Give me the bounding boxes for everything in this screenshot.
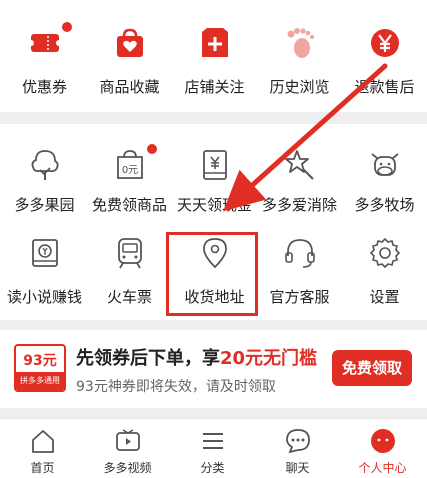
promo-title: 先领券后下单，享20元无门槛 bbox=[76, 344, 317, 370]
coupon-promo-banner[interactable]: 93元 拼多多通用 先领券后下单，享20元无门槛 93元神券即将失效，请及时领取… bbox=[0, 330, 427, 408]
promo-subtitle: 93元神券即将失效，请及时领取 bbox=[76, 379, 276, 395]
home-icon bbox=[31, 430, 54, 453]
tab-label: 首页 bbox=[30, 461, 55, 475]
video-icon bbox=[115, 429, 140, 451]
tab-categories[interactable]: 分类 bbox=[170, 419, 255, 478]
promo-title-text: 先领券后下单，享 bbox=[76, 348, 220, 369]
profile-icon bbox=[370, 429, 395, 453]
tab-label: 多多视频 bbox=[103, 461, 152, 475]
tab-profile[interactable]: 个人中心 bbox=[340, 419, 425, 478]
claim-button[interactable]: 免费领取 bbox=[332, 350, 412, 386]
tab-label: 分类 bbox=[200, 461, 225, 475]
tab-videos[interactable]: 多多视频 bbox=[85, 419, 170, 478]
tab-label: 个人中心 bbox=[358, 461, 407, 475]
bottom-tab-bar: 首页 多多视频 分类 聊天 个人中心 bbox=[0, 418, 427, 478]
tab-home[interactable]: 首页 bbox=[0, 419, 85, 478]
coupon-badge-sub: 拼多多通用 bbox=[16, 372, 64, 390]
promo-title-highlight: 20元无门槛 bbox=[220, 348, 318, 369]
list-icon bbox=[202, 433, 223, 449]
coupon-badge-amount: 93元 bbox=[23, 353, 57, 369]
tab-label: 聊天 bbox=[285, 461, 310, 475]
tab-chat[interactable]: 聊天 bbox=[255, 419, 340, 478]
chat-icon bbox=[285, 429, 310, 454]
coupon-badge: 93元 拼多多通用 bbox=[14, 344, 66, 392]
